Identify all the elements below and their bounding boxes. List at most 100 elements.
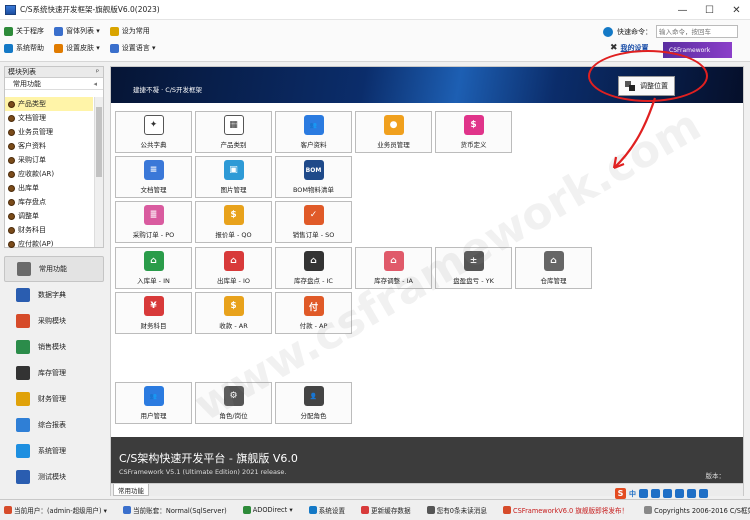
function-tile[interactable]: $ 货币定义 [435, 111, 512, 153]
status-label: CSFrameworkV6.0 旗舰版即将发布！ [512, 507, 629, 515]
status-item[interactable]: 当前用户：(admin-超级用户) ▾ [4, 505, 107, 515]
sogou-icon[interactable]: S [615, 488, 626, 499]
function-tile[interactable]: BOM BOM物料清单 [275, 156, 352, 198]
window-title: C/S系统快速开发框架-旗舰版V6.0(2023) [20, 5, 160, 14]
ime-emoji-icon[interactable] [651, 489, 660, 498]
tree-item[interactable]: 采购订单 [5, 153, 93, 167]
tile-icon: ● [383, 115, 404, 135]
tile-icon: ⌂ [543, 251, 564, 271]
nav-item[interactable]: 常用功能 [4, 256, 104, 282]
menu-item[interactable]: 窗体列表 ▾ [54, 26, 100, 36]
function-tile[interactable]: ⌂ 入库单 - IN [115, 247, 192, 289]
status-item[interactable]: CSFrameworkV6.0 旗舰版即将发布！ [502, 505, 629, 515]
quick-command: 快速命令： [603, 25, 738, 38]
breadcrumb: 建捷不凝 · C/S开发框架 [133, 86, 203, 94]
function-tile[interactable]: ≡ 文档管理 [115, 156, 192, 198]
tree-item[interactable]: 产品类型 [5, 97, 93, 111]
menu-item-label: 系统帮助 [16, 44, 44, 52]
module-icon [16, 392, 30, 406]
tree-item[interactable]: 调整单 [5, 209, 93, 223]
menu-item-label: 设置语言 ▾ [121, 44, 156, 52]
status-item[interactable]: 系统设置 [308, 505, 345, 515]
minimize-button[interactable]: — [669, 0, 696, 20]
tree-item[interactable]: 应付款(AP) [5, 237, 93, 251]
menu-item[interactable]: 系统帮助 [4, 43, 44, 53]
tree-item[interactable]: 出库单 [5, 181, 93, 195]
status-item[interactable]: 更新缓存数据 [361, 505, 411, 515]
tree-item[interactable]: 文档管理 [5, 111, 93, 125]
module-icon [16, 444, 30, 458]
pin-icon[interactable]: ᵖ [96, 68, 99, 76]
gear-icon [8, 212, 15, 220]
function-tile[interactable]: ✦ 公共字典 [115, 111, 192, 153]
nav-item[interactable]: 采购模块 [4, 308, 104, 334]
nav-item-label: 采购模块 [38, 317, 66, 325]
menu-item[interactable]: 关于程序 [4, 26, 44, 36]
nav-item[interactable]: 数据字典 [4, 282, 104, 308]
tree-scrollbar[interactable] [94, 97, 103, 247]
menu-item[interactable]: 设为常用 [109, 26, 150, 36]
gear-icon [8, 142, 15, 150]
status-item[interactable]: Copyrights 2006-2016 C/S框架网版权 [644, 505, 750, 515]
tab-common-functions[interactable]: 常用功能 [113, 484, 149, 496]
nav-item[interactable]: 综合报表 [4, 412, 104, 438]
ime-language[interactable]: 中 [629, 489, 636, 499]
scroll-thumb[interactable] [96, 107, 102, 177]
menu-item[interactable]: 设置语言 ▾ [109, 43, 156, 53]
nav-item[interactable]: 财务管理 [4, 386, 104, 412]
tree-item[interactable]: 业务员管理 [5, 125, 93, 139]
close-button[interactable]: ✕ [723, 0, 750, 20]
ime-voice-icon[interactable] [663, 489, 672, 498]
module-icon [16, 418, 30, 432]
tile-label: 报价单 - QO [215, 231, 252, 239]
function-tile[interactable]: ⌂ 仓库管理 [515, 247, 592, 289]
status-item[interactable]: 您有0条未读消息 [426, 505, 487, 515]
tile-icon: ✦ [143, 115, 164, 135]
tree-item[interactable]: 库存盘点 [5, 195, 93, 209]
function-tile[interactable]: ⌂ 出库单 - IO [195, 247, 272, 289]
menu-item-label: 关于程序 [16, 27, 44, 35]
function-tile[interactable]: 👥 客户资料 [275, 111, 352, 153]
function-tile[interactable]: $ 报价单 - QO [195, 201, 272, 243]
status-item[interactable]: ADODirect ▾ [242, 506, 293, 514]
function-tile[interactable]: ¥ 财务科目 [115, 292, 192, 334]
menu-icon [4, 26, 13, 36]
nav-item-label: 系统管理 [38, 447, 66, 455]
function-tile[interactable]: ⌂ 库存盘点 - IC [275, 247, 352, 289]
function-tile[interactable]: 👥 用户管理 [115, 382, 192, 424]
tree-item[interactable]: 客户资料 [5, 139, 93, 153]
ime-punct-icon[interactable] [639, 489, 648, 498]
ime-menu-icon[interactable] [699, 489, 708, 498]
status-label: 当前用户：(admin-超级用户) ▾ [14, 507, 107, 515]
nav-item[interactable]: 系统管理 [4, 438, 104, 464]
tree-item[interactable]: 财务科目 [5, 223, 93, 237]
function-tile[interactable]: ≣ 采购订单 - PO [115, 201, 192, 243]
gear-icon [8, 184, 15, 192]
function-tile[interactable]: ▦ 产品类别 [195, 111, 272, 153]
ime-skin-icon[interactable] [687, 489, 696, 498]
function-tile[interactable]: ✓ 销售订单 - SO [275, 201, 352, 243]
nav-item-label: 销售模块 [38, 343, 66, 351]
nav-item[interactable]: 库存管理 [4, 360, 104, 386]
function-tile[interactable]: $ 收款 - AR [195, 292, 272, 334]
nav-item-label: 测试模块 [38, 473, 66, 481]
nav-item-label: 数据字典 [38, 291, 66, 299]
tile-label: 文档管理 [140, 186, 167, 194]
status-item[interactable]: 当前账套：Normal(SqlServer) [122, 505, 227, 515]
collapse-icon[interactable]: ◂ [93, 80, 97, 88]
quick-command-input[interactable] [656, 25, 738, 38]
ime-keyboard-icon[interactable] [675, 489, 684, 498]
function-tile[interactable]: ● 业务员管理 [355, 111, 432, 153]
module-nav: 常用功能数据字典采购模块销售模块库存管理 财务管理 综合报表系统管理测试模块 [4, 256, 104, 490]
tree-item[interactable]: 应收款(AR) [5, 167, 93, 181]
function-tile[interactable]: 👤 分配角色 [275, 382, 352, 424]
tile-icon: $ [463, 115, 484, 135]
tile-label: 用户管理 [140, 412, 167, 420]
section-header[interactable]: 常用功能 ◂ [5, 78, 103, 90]
menu-item[interactable]: 设置皮肤 ▾ [54, 43, 100, 53]
function-tile[interactable]: ▣ 图片管理 [195, 156, 272, 198]
nav-item[interactable]: 销售模块 [4, 334, 104, 360]
maximize-button[interactable]: ☐ [696, 0, 723, 20]
tile-label: 销售订单 - SO [292, 231, 335, 239]
nav-item[interactable]: 测试模块 [4, 464, 104, 490]
